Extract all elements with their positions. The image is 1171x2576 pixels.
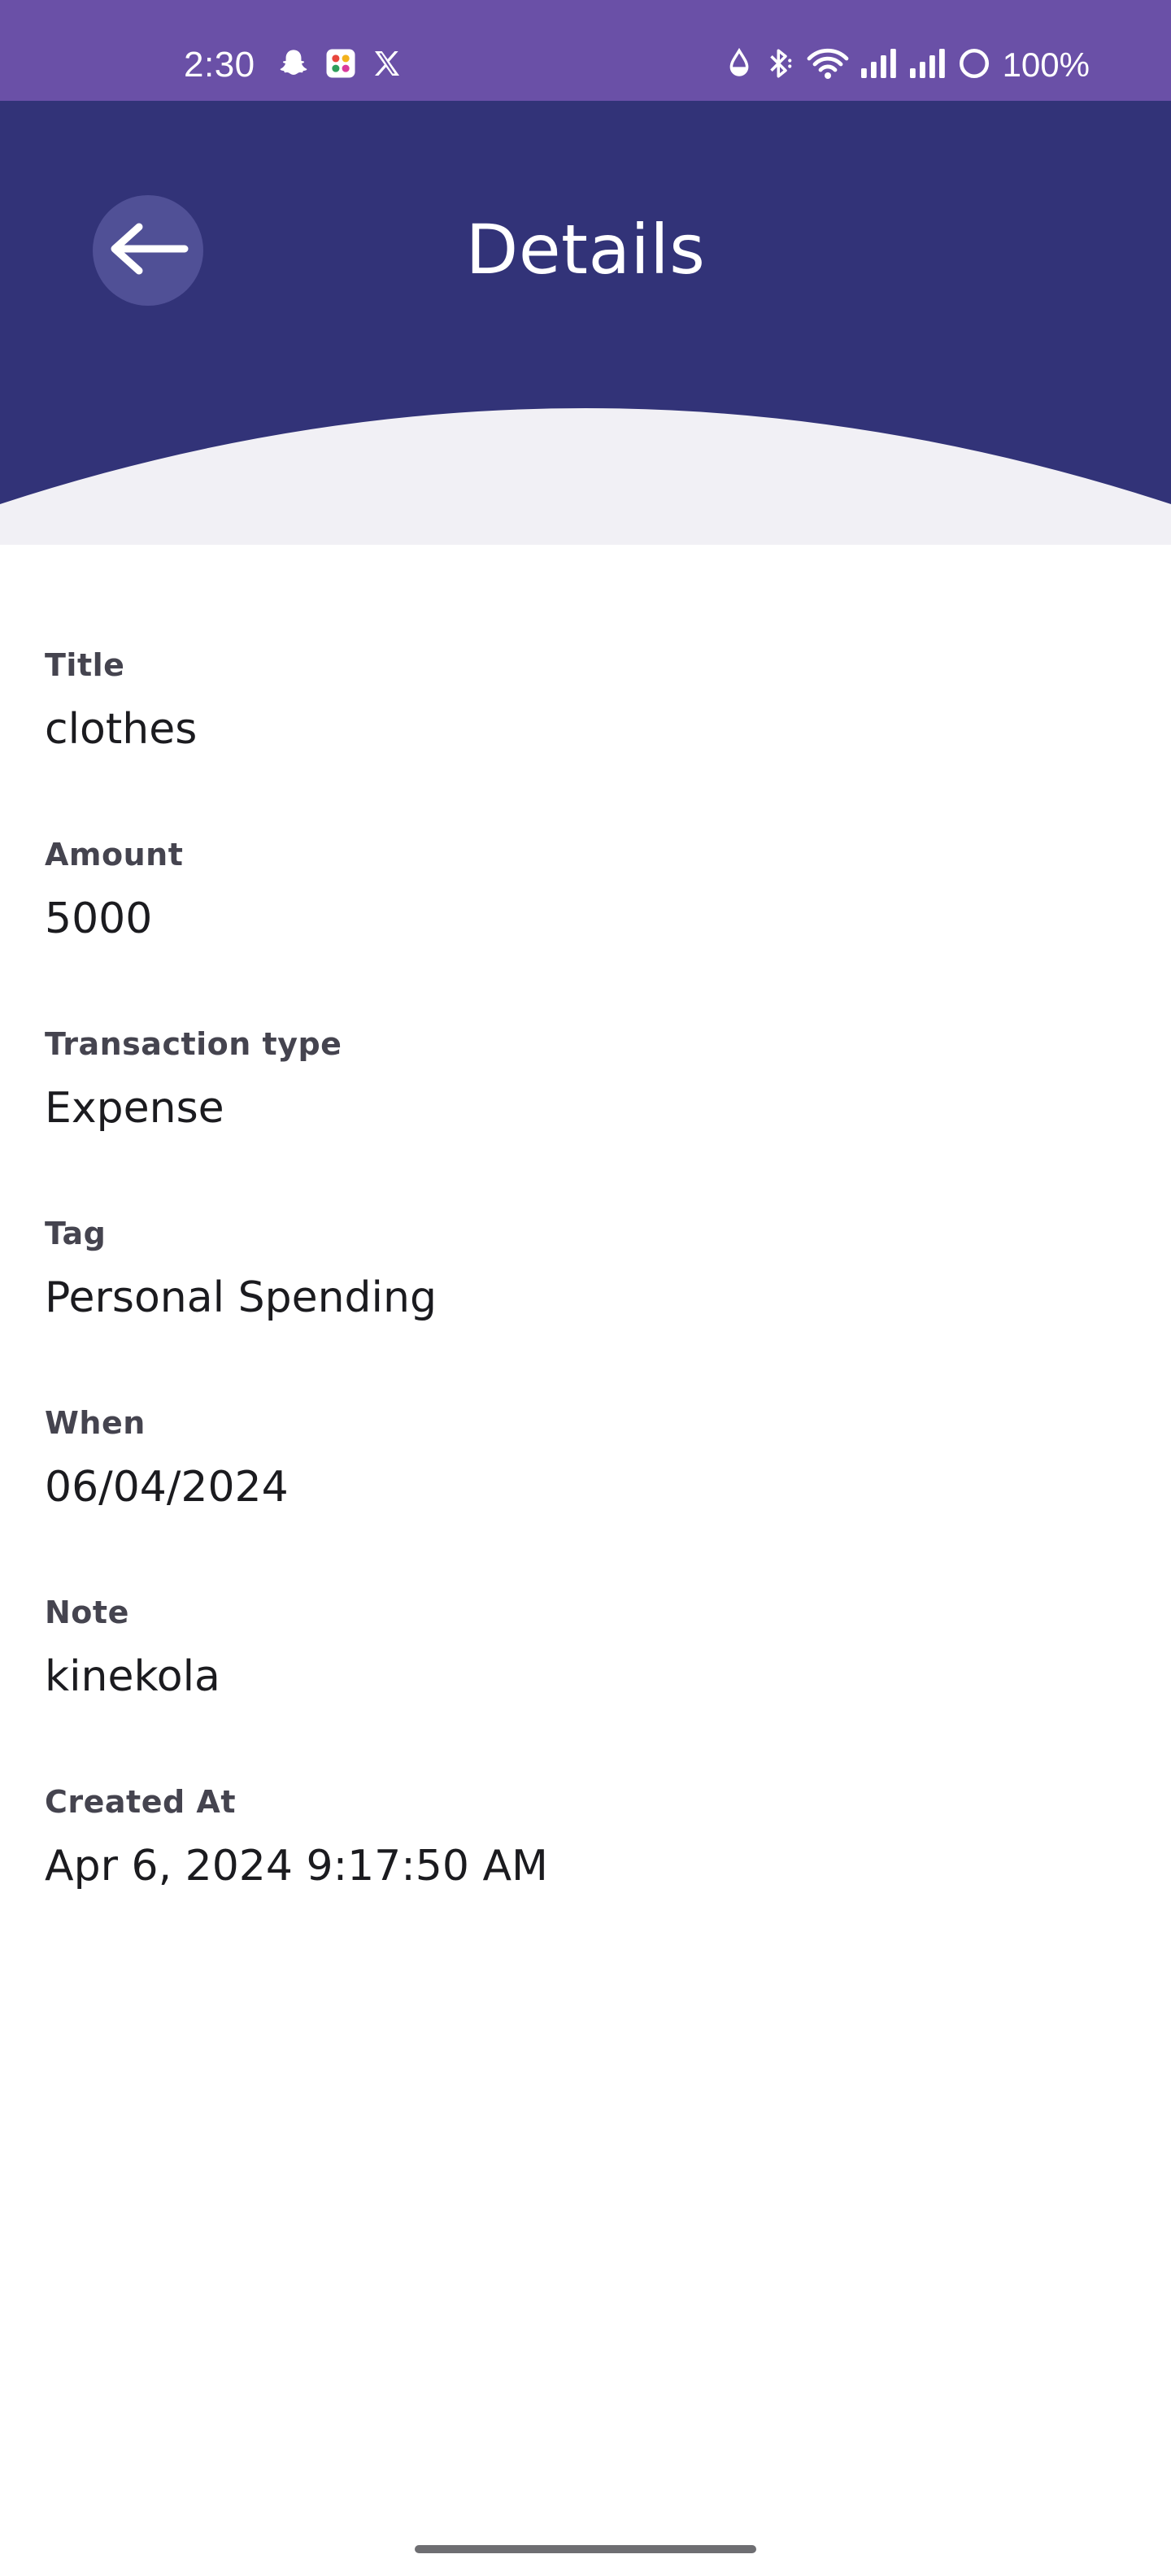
field-value: 5000 <box>45 894 153 943</box>
field-title: Title clothes <box>45 642 1126 832</box>
field-value: Personal Spending <box>45 1273 437 1322</box>
field-label: Amount <box>45 837 184 872</box>
field-value: Apr 6, 2024 9:17:50 AM <box>45 1842 548 1891</box>
field-value: kinekola <box>45 1652 220 1701</box>
home-indicator[interactable] <box>415 2545 756 2553</box>
details-screen: 2:30 100% Details Title clothes Amount 5… <box>0 0 1171 2576</box>
field-amount: Amount 5000 <box>45 832 1126 1021</box>
field-label: Title <box>45 647 125 683</box>
snapchat-icon <box>276 46 311 85</box>
field-label: Created At <box>45 1784 236 1820</box>
page-title: Details <box>465 210 706 289</box>
field-label: Transaction type <box>45 1026 342 1062</box>
battery-percentage: 100% <box>1002 46 1090 84</box>
field-label: Tag <box>45 1216 107 1251</box>
bluetooth-icon <box>764 46 796 85</box>
field-label: When <box>45 1405 146 1441</box>
field-value: Expense <box>45 1084 224 1133</box>
details-list: Title clothes Amount 5000 Transaction ty… <box>45 642 1126 1969</box>
field-transaction-type: Transaction type Expense <box>45 1021 1126 1211</box>
status-time: 2:30 <box>184 45 255 85</box>
battery-icon <box>957 46 991 85</box>
system-icons: 100% <box>725 42 1090 88</box>
field-label: Note <box>45 1595 129 1630</box>
wifi-icon <box>806 46 850 85</box>
data-saver-icon <box>725 46 754 85</box>
field-when: When 06/04/2024 <box>45 1400 1126 1590</box>
header: Details <box>0 101 1171 545</box>
field-value: 06/04/2024 <box>45 1463 289 1512</box>
notification-icons <box>276 42 403 88</box>
x-icon <box>371 47 403 84</box>
header-background <box>0 101 1171 504</box>
signal-icon <box>908 47 947 84</box>
field-tag: Tag Personal Spending <box>45 1211 1126 1400</box>
signal-icon <box>860 47 899 84</box>
field-value: clothes <box>45 705 198 754</box>
status-bar: 2:30 100% <box>0 0 1171 101</box>
field-note: Note kinekola <box>45 1590 1126 1779</box>
field-created-at: Created At Apr 6, 2024 9:17:50 AM <box>45 1779 1126 1969</box>
app-grid-icon <box>324 46 358 85</box>
